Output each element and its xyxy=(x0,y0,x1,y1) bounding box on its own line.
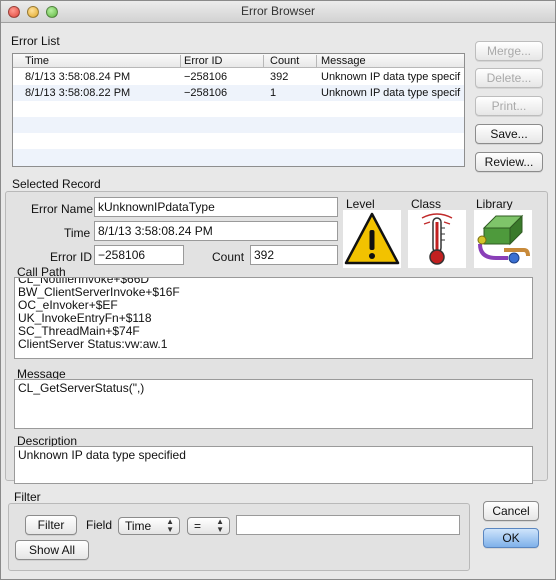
filter-value-input[interactable] xyxy=(236,515,460,535)
count-label: Count xyxy=(212,250,245,264)
operator-select-value: = xyxy=(194,519,202,533)
field-label: Field xyxy=(86,518,113,532)
field-select-value: Time xyxy=(125,519,152,533)
empty-row xyxy=(13,133,464,149)
empty-row xyxy=(13,149,464,166)
class-label: Class xyxy=(411,197,442,211)
table-row[interactable]: 8/1/13 3:58:08.22 PM −258106 1 Unknown I… xyxy=(13,85,464,101)
popup-arrows-icon: ▲ ▼ xyxy=(166,517,174,534)
empty-row xyxy=(13,101,464,117)
description-textarea[interactable]: Unknown IP data type specified xyxy=(14,446,533,484)
error-browser-window: Error Browser Error List Time Error ID C… xyxy=(0,0,556,580)
message-textarea[interactable]: CL_GetServerStatus(",) xyxy=(14,379,533,429)
filter-group xyxy=(8,503,470,571)
close-window-button[interactable] xyxy=(8,6,20,18)
selected-record-title: Selected Record xyxy=(12,177,101,191)
description-text: Unknown IP data type specified xyxy=(18,448,186,462)
window-title: Error Browser xyxy=(240,4,315,18)
count-field[interactable]: 392 xyxy=(250,245,338,265)
row-error-id: −258106 xyxy=(184,87,228,99)
row-count: 392 xyxy=(270,71,289,83)
warning-icon xyxy=(343,210,401,268)
error-list-title: Error List xyxy=(11,34,60,48)
field-select[interactable]: Time ▲ ▼ xyxy=(118,517,180,535)
call-path-line: ClientServer Status:vw:aw.1 xyxy=(18,337,168,351)
row-time: 8/1/13 3:58:08.22 PM xyxy=(25,87,131,99)
thermometer-icon xyxy=(408,210,466,268)
merge-button[interactable]: Merge... xyxy=(475,41,543,61)
filter-title: Filter xyxy=(14,490,41,504)
save-button[interactable]: Save... xyxy=(475,124,543,144)
delete-button[interactable]: Delete... xyxy=(475,68,543,88)
popup-arrows-icon: ▲ ▼ xyxy=(216,517,224,534)
review-button[interactable]: Review... xyxy=(475,152,543,172)
error-id-label: Error ID xyxy=(50,250,92,264)
table-header: Time Error ID Count Message xyxy=(13,54,464,68)
table-row[interactable]: 8/1/13 3:58:08.24 PM −258106 392 Unknown… xyxy=(13,69,464,85)
title-bar: Error Browser xyxy=(1,1,555,23)
cancel-button[interactable]: Cancel xyxy=(483,501,539,521)
column-header-count[interactable]: Count xyxy=(270,54,299,68)
ok-button[interactable]: OK xyxy=(483,528,539,548)
level-label: Level xyxy=(346,197,375,211)
error-id-field[interactable]: −258106 xyxy=(94,245,184,265)
row-message: Unknown IP data type specif xyxy=(321,71,461,83)
filter-button[interactable]: Filter xyxy=(25,515,77,535)
operator-select[interactable]: = ▲ ▼ xyxy=(187,517,230,535)
message-text: CL_GetServerStatus(",) xyxy=(18,381,145,395)
column-header-time[interactable]: Time xyxy=(25,54,49,68)
empty-row xyxy=(13,117,464,133)
row-time: 8/1/13 3:58:08.24 PM xyxy=(25,71,131,83)
error-name-field[interactable]: kUnknownIPdataType xyxy=(94,197,338,217)
row-error-id: −258106 xyxy=(184,71,228,83)
error-list-table[interactable]: Time Error ID Count Message 8/1/13 3:58:… xyxy=(12,53,465,167)
time-field[interactable]: 8/1/13 3:58:08.24 PM xyxy=(94,221,338,241)
library-label: Library xyxy=(476,197,513,211)
column-header-message[interactable]: Message xyxy=(321,54,366,68)
call-path-textarea[interactable]: CL_NotifierInvoke+$66D BW_ClientServerIn… xyxy=(14,277,533,359)
print-button[interactable]: Print... xyxy=(475,96,543,116)
library-icon xyxy=(474,210,532,268)
zoom-window-button[interactable] xyxy=(46,6,58,18)
row-message: Unknown IP data type specif xyxy=(321,87,461,99)
minimize-window-button[interactable] xyxy=(27,6,39,18)
column-header-error-id[interactable]: Error ID xyxy=(184,54,223,68)
row-count: 1 xyxy=(270,87,277,99)
show-all-button[interactable]: Show All xyxy=(15,540,89,560)
time-label: Time xyxy=(64,226,91,240)
error-name-label: Error Name xyxy=(31,202,94,216)
